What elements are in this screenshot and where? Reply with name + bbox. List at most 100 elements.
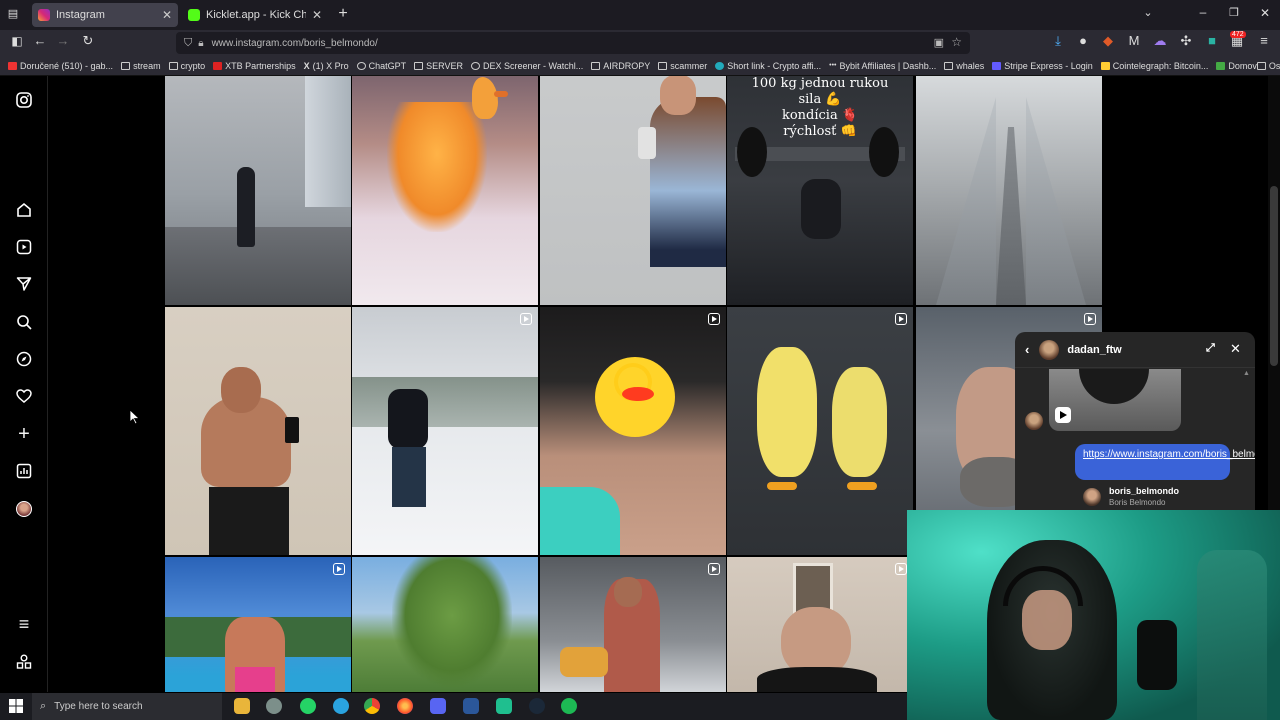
bookmark-item[interactable]: XTB Partnerships (213, 61, 296, 71)
post-tile[interactable] (352, 557, 538, 692)
back-chevron-icon[interactable]: ‹ (1025, 342, 1029, 357)
discord-icon[interactable] (430, 698, 446, 714)
post-tile[interactable] (540, 307, 726, 555)
bookmark-item[interactable]: X (1) X Pro (304, 61, 349, 71)
reload-icon[interactable]: ↻ (79, 33, 97, 49)
tab-list-icon[interactable]: ▤ (4, 7, 22, 20)
sidebar-toggle-icon[interactable]: ◧ (8, 34, 26, 48)
dm-avatar[interactable] (1039, 339, 1060, 360)
tab-overflow-chevron-icon[interactable]: ⌄ (1139, 6, 1157, 19)
whatsapp-icon[interactable] (300, 698, 316, 714)
post-tile[interactable] (352, 307, 538, 555)
close-tab-icon[interactable]: ✕ (162, 8, 172, 22)
bookmark-folder[interactable]: AIRDROPY (591, 61, 650, 71)
forward-icon[interactable]: → (54, 33, 72, 48)
search-icon[interactable] (14, 312, 34, 332)
extension-cloud-icon[interactable]: ☁ (1151, 33, 1169, 49)
create-plus-icon[interactable]: + (14, 423, 34, 445)
post-tile[interactable] (916, 76, 1102, 305)
bookmark-item[interactable]: Short link - Crypto affi... (715, 61, 821, 71)
steam-icon[interactable] (529, 698, 545, 714)
reels-icon[interactable] (14, 237, 34, 257)
close-tab-icon[interactable]: ✕ (312, 8, 322, 22)
tab-kicklet[interactable]: Kicklet.app - Kick Chatbot and O ✕ (182, 3, 328, 27)
restore-icon[interactable]: ❐ (1225, 6, 1243, 19)
taskbar-search[interactable]: ⌕ Type here to search (32, 693, 222, 720)
close-dm-icon[interactable]: ✕ (1230, 341, 1241, 357)
extension-fox-icon[interactable]: ◆ (1099, 33, 1117, 49)
menu-icon[interactable]: ≡ (1255, 33, 1273, 48)
extensions-puzzle-icon[interactable]: ✣ (1177, 33, 1195, 49)
back-icon[interactable]: ← (31, 33, 49, 48)
bookmark-folder[interactable]: crypto (168, 61, 205, 71)
page-scrollbar[interactable] (1268, 76, 1280, 510)
chrome-icon[interactable] (364, 698, 380, 714)
app-wolf-icon[interactable] (266, 698, 282, 714)
bookmark-item[interactable]: Doručené (510) - gab... (8, 61, 113, 71)
window-close-icon[interactable]: ✕ (1256, 6, 1274, 20)
dashboard-icon[interactable] (14, 461, 34, 481)
telegram-icon[interactable] (333, 698, 349, 714)
reel-indicator-icon (895, 563, 907, 575)
bookmark-item[interactable]: ••• Bybit Affiliates | Dashb... (829, 61, 936, 71)
notifications-heart-icon[interactable] (14, 386, 34, 406)
kicklet-favicon-icon (188, 9, 200, 21)
direct-message-popup: ‹ dadan_ftw ⤢ ✕ https://www.instagram.co… (1015, 332, 1255, 512)
windows-start-icon[interactable] (9, 699, 23, 718)
firefox-icon[interactable] (397, 698, 413, 714)
messages-icon[interactable] (14, 274, 34, 294)
dm-scrollbar[interactable]: ▲ (1243, 370, 1250, 510)
post-tile[interactable] (352, 76, 538, 305)
shared-media-message[interactable] (1049, 369, 1181, 431)
play-video-icon[interactable] (1055, 407, 1071, 423)
shared-profile-card[interactable]: boris_belmondo Boris Belmondo (1075, 482, 1230, 512)
bookmark-item[interactable]: ChatGPT (356, 61, 406, 71)
bookmark-item[interactable]: Domov (1216, 61, 1257, 71)
word-icon[interactable] (463, 698, 479, 714)
sender-avatar (1025, 412, 1043, 430)
stripe-icon (992, 61, 1002, 70)
extension-m-icon[interactable]: M (1125, 33, 1143, 48)
app-green-icon[interactable] (496, 698, 512, 714)
bookmark-folder[interactable]: SERVER (414, 61, 463, 71)
bookmark-item[interactable]: DEX Screener - Watchl... (471, 61, 583, 71)
post-tile[interactable] (540, 76, 726, 305)
post-tile[interactable]: 100 kg jednou rukou sila 💪 kondícia 🫀 rý… (727, 76, 913, 305)
reader-view-icon[interactable]: ▣ (934, 36, 944, 49)
minimize-icon[interactable]: – (1194, 5, 1212, 19)
post-tile[interactable] (165, 76, 351, 305)
bookmark-star-icon[interactable]: ☆ (951, 35, 962, 49)
post-tile[interactable] (540, 557, 726, 692)
downloads-icon[interactable]: ⤓ (1049, 33, 1067, 49)
message-link-bubble[interactable]: https://www.instagram.com/boris_belmondo… (1075, 444, 1255, 480)
post-tile[interactable] (165, 557, 351, 692)
bookmark-folder[interactable]: scammer (658, 61, 707, 71)
spotify-icon[interactable] (561, 698, 577, 714)
profile-avatar-icon[interactable] (14, 499, 34, 519)
post-tile[interactable] (727, 307, 913, 555)
more-menu-icon[interactable]: ≡ (14, 614, 34, 634)
threads-apps-icon[interactable] (14, 652, 34, 672)
instagram-favicon-icon (38, 9, 50, 21)
expand-icon[interactable]: ⤢ (1206, 342, 1215, 355)
account-icon[interactable]: ● (1074, 33, 1092, 48)
folder-icon (944, 61, 954, 70)
bookmark-folder[interactable]: whales (944, 61, 984, 71)
dm-username[interactable]: dadan_ftw (1067, 344, 1121, 356)
post-tile[interactable] (727, 557, 913, 692)
url-bar[interactable]: ⛉ 🔒︎ www.instagram.com/boris_belmondo/ ▣… (176, 32, 970, 54)
other-bookmarks-folder[interactable]: Ostatné záložky (1256, 61, 1280, 71)
tab-instagram[interactable]: Instagram ✕ (32, 3, 178, 27)
bookmark-item[interactable]: Cointelegraph: Bitcoin... (1100, 61, 1208, 71)
bookmark-item[interactable]: Stripe Express - Login (992, 61, 1093, 71)
extension-teal-icon[interactable]: ■ (1203, 33, 1221, 48)
home-icon[interactable] (14, 200, 34, 220)
new-tab-icon[interactable]: + (334, 5, 352, 23)
instagram-logo-icon[interactable] (14, 90, 34, 110)
file-explorer-icon[interactable] (234, 698, 250, 714)
scrollbar-thumb[interactable] (1270, 186, 1278, 366)
bookmark-folder[interactable]: stream (121, 61, 161, 71)
explore-compass-icon[interactable] (14, 349, 34, 369)
post-tile[interactable] (165, 307, 351, 555)
extension-badge-icon[interactable]: 472 ▦ (1228, 31, 1246, 49)
